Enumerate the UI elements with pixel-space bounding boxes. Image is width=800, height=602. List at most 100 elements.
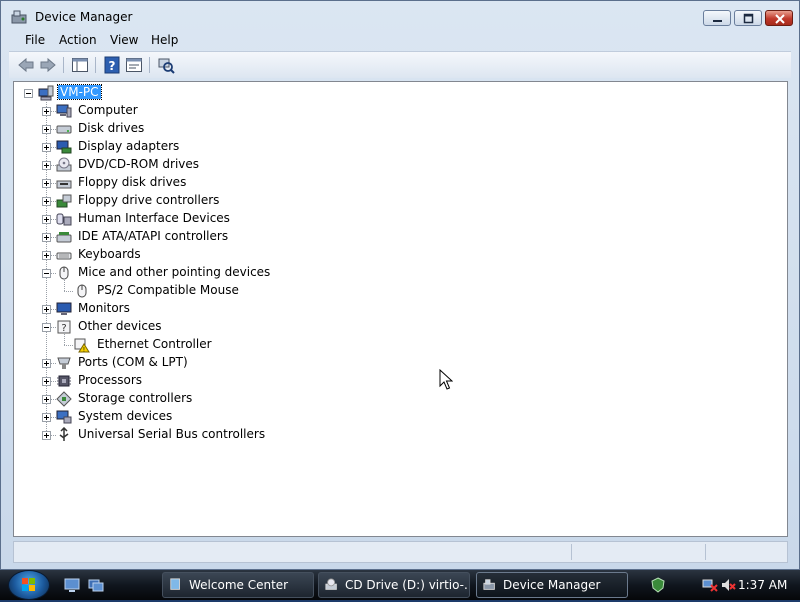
tree-category-row[interactable]: Floppy disk drives	[14, 174, 784, 192]
tree-category-row[interactable]: Keyboards	[14, 246, 784, 264]
taskbar-button[interactable]: Welcome Center	[162, 572, 314, 598]
tree-guide-line	[64, 345, 73, 346]
tree-category-row[interactable]: Storage controllers	[14, 390, 784, 408]
tree-expand-toggle[interactable]	[42, 395, 51, 404]
toolbar-separator	[63, 57, 64, 73]
cd-drive-icon	[325, 578, 337, 590]
tree-expand-toggle[interactable]	[42, 377, 51, 386]
maximize-button[interactable]	[734, 10, 762, 26]
tree-device-label: PS/2 Compatible Mouse	[97, 283, 239, 297]
tree-category-row[interactable]: Processors	[14, 372, 784, 390]
tree-category-label: Disk drives	[78, 121, 145, 135]
dvd-drive-icon	[56, 157, 72, 172]
taskbar-button[interactable]: CD Drive (D:) virtio-...	[318, 572, 470, 598]
svg-text:?: ?	[109, 59, 116, 73]
tree-expand-toggle[interactable]	[42, 359, 51, 368]
tree-expand-toggle[interactable]	[42, 179, 51, 188]
taskbar-button-label: Welcome Center	[189, 578, 289, 592]
windows-logo-icon	[22, 578, 35, 591]
tree-expand-toggle[interactable]	[42, 125, 51, 134]
forward-arrow-icon[interactable]	[39, 56, 57, 74]
tree-category-label: Universal Serial Bus controllers	[78, 427, 266, 441]
back-arrow-icon[interactable]	[17, 56, 35, 74]
menu-bar: File Action View Help	[9, 31, 791, 51]
help-icon[interactable]: ?	[103, 56, 121, 74]
notification-area: 1:37 AM	[640, 570, 800, 600]
switch-windows-icon[interactable]	[88, 577, 104, 593]
tree-category-row[interactable]: Disk drives	[14, 120, 784, 138]
mouse-pointer-icon	[439, 369, 453, 390]
processor-icon	[57, 375, 71, 387]
disk-drive-icon	[56, 125, 72, 134]
scan-hardware-icon[interactable]	[157, 56, 175, 74]
title-bar[interactable]: Device Manager	[1, 1, 799, 31]
hid-icon	[56, 213, 72, 226]
tree-category-row[interactable]: System devices	[14, 408, 784, 426]
start-button[interactable]	[8, 570, 50, 600]
tree-guide-line	[64, 278, 65, 291]
tree-expand-toggle[interactable]	[42, 197, 51, 206]
tree-expand-toggle[interactable]	[42, 215, 51, 224]
minimize-icon	[713, 20, 722, 22]
port-icon	[57, 357, 71, 369]
tree-category-row[interactable]: Computer	[14, 102, 784, 120]
tree-category-label: Floppy drive controllers	[78, 193, 220, 207]
tree-device-row[interactable]: PS/2 Compatible Mouse	[14, 278, 784, 300]
close-button[interactable]	[765, 10, 793, 26]
minimize-button[interactable]	[703, 10, 731, 26]
tree-category-row[interactable]: ? Other devices	[14, 318, 784, 336]
tree-category-label: Processors	[78, 373, 143, 387]
show-desktop-icon[interactable]	[64, 577, 80, 593]
tree-root[interactable]: VM-PC	[14, 84, 784, 102]
tree-expand-toggle[interactable]	[42, 161, 51, 170]
tree-category-row[interactable]: Human Interface Devices	[14, 210, 784, 228]
device-manager-icon	[11, 10, 27, 24]
tree-category-row[interactable]: Universal Serial Bus controllers	[14, 426, 784, 444]
tree-category-row[interactable]: IDE ATA/ATAPI controllers	[14, 228, 784, 246]
tree-category-row[interactable]: Floppy drive controllers	[14, 192, 784, 210]
tree-expand-toggle[interactable]	[42, 251, 51, 260]
tree-expand-toggle[interactable]	[42, 413, 51, 422]
tree-category-row[interactable]: Display adapters	[14, 138, 784, 156]
menu-help[interactable]: Help	[149, 33, 180, 47]
taskbar-button[interactable]: Device Manager	[476, 572, 628, 598]
tree-collapse-toggle[interactable]	[42, 323, 51, 332]
tree-device-row[interactable]: ! Ethernet Controller	[14, 332, 784, 354]
tree-category-label: Display adapters	[78, 139, 180, 153]
mouse-icon	[77, 284, 87, 298]
svg-text:!: !	[83, 347, 85, 354]
root-computer-icon	[38, 85, 54, 101]
tree-category-label: DVD/CD-ROM drives	[78, 157, 200, 171]
toolbar-separator	[149, 57, 150, 73]
network-disconnected-icon[interactable]	[702, 577, 718, 593]
system-device-icon	[56, 410, 72, 424]
tree-category-row[interactable]: Monitors	[14, 300, 784, 318]
tree-expand-toggle[interactable]	[42, 305, 51, 314]
taskbar: Welcome Center CD Drive (D:) virtio-... De…	[0, 570, 800, 600]
tree-guide-line	[64, 332, 65, 345]
window-title: Device Manager	[35, 10, 133, 24]
tree-collapse-toggle[interactable]	[24, 89, 33, 98]
tree-collapse-toggle[interactable]	[42, 269, 51, 278]
warning-device-icon: !	[74, 338, 90, 354]
clock[interactable]: 1:37 AM	[738, 578, 787, 592]
volume-muted-icon[interactable]	[720, 577, 736, 593]
menu-view[interactable]: View	[108, 33, 140, 47]
tree-category-row[interactable]: Mice and other pointing devices	[14, 264, 784, 282]
windows-defender-icon[interactable]	[650, 577, 666, 593]
tree-category-row[interactable]: Ports (COM & LPT)	[14, 354, 784, 372]
tree-category-label: IDE ATA/ATAPI controllers	[78, 229, 229, 243]
tree-expand-toggle[interactable]	[42, 233, 51, 242]
device-tree[interactable]: VM-PC Computer Disk drives Display adapters…	[13, 81, 788, 537]
tree-expand-toggle[interactable]	[42, 107, 51, 116]
menu-file[interactable]: File	[23, 33, 47, 47]
tree-expand-toggle[interactable]	[42, 431, 51, 440]
status-separator	[705, 544, 706, 560]
tree-category-row[interactable]: DVD/CD-ROM drives	[14, 156, 784, 174]
floppy-controller-icon	[56, 194, 72, 208]
tree-expand-toggle[interactable]	[42, 143, 51, 152]
show-hide-console-tree-icon[interactable]	[71, 56, 89, 74]
properties-icon[interactable]	[125, 56, 143, 74]
tree-category-label: Ports (COM & LPT)	[78, 355, 188, 369]
menu-action[interactable]: Action	[57, 33, 99, 47]
